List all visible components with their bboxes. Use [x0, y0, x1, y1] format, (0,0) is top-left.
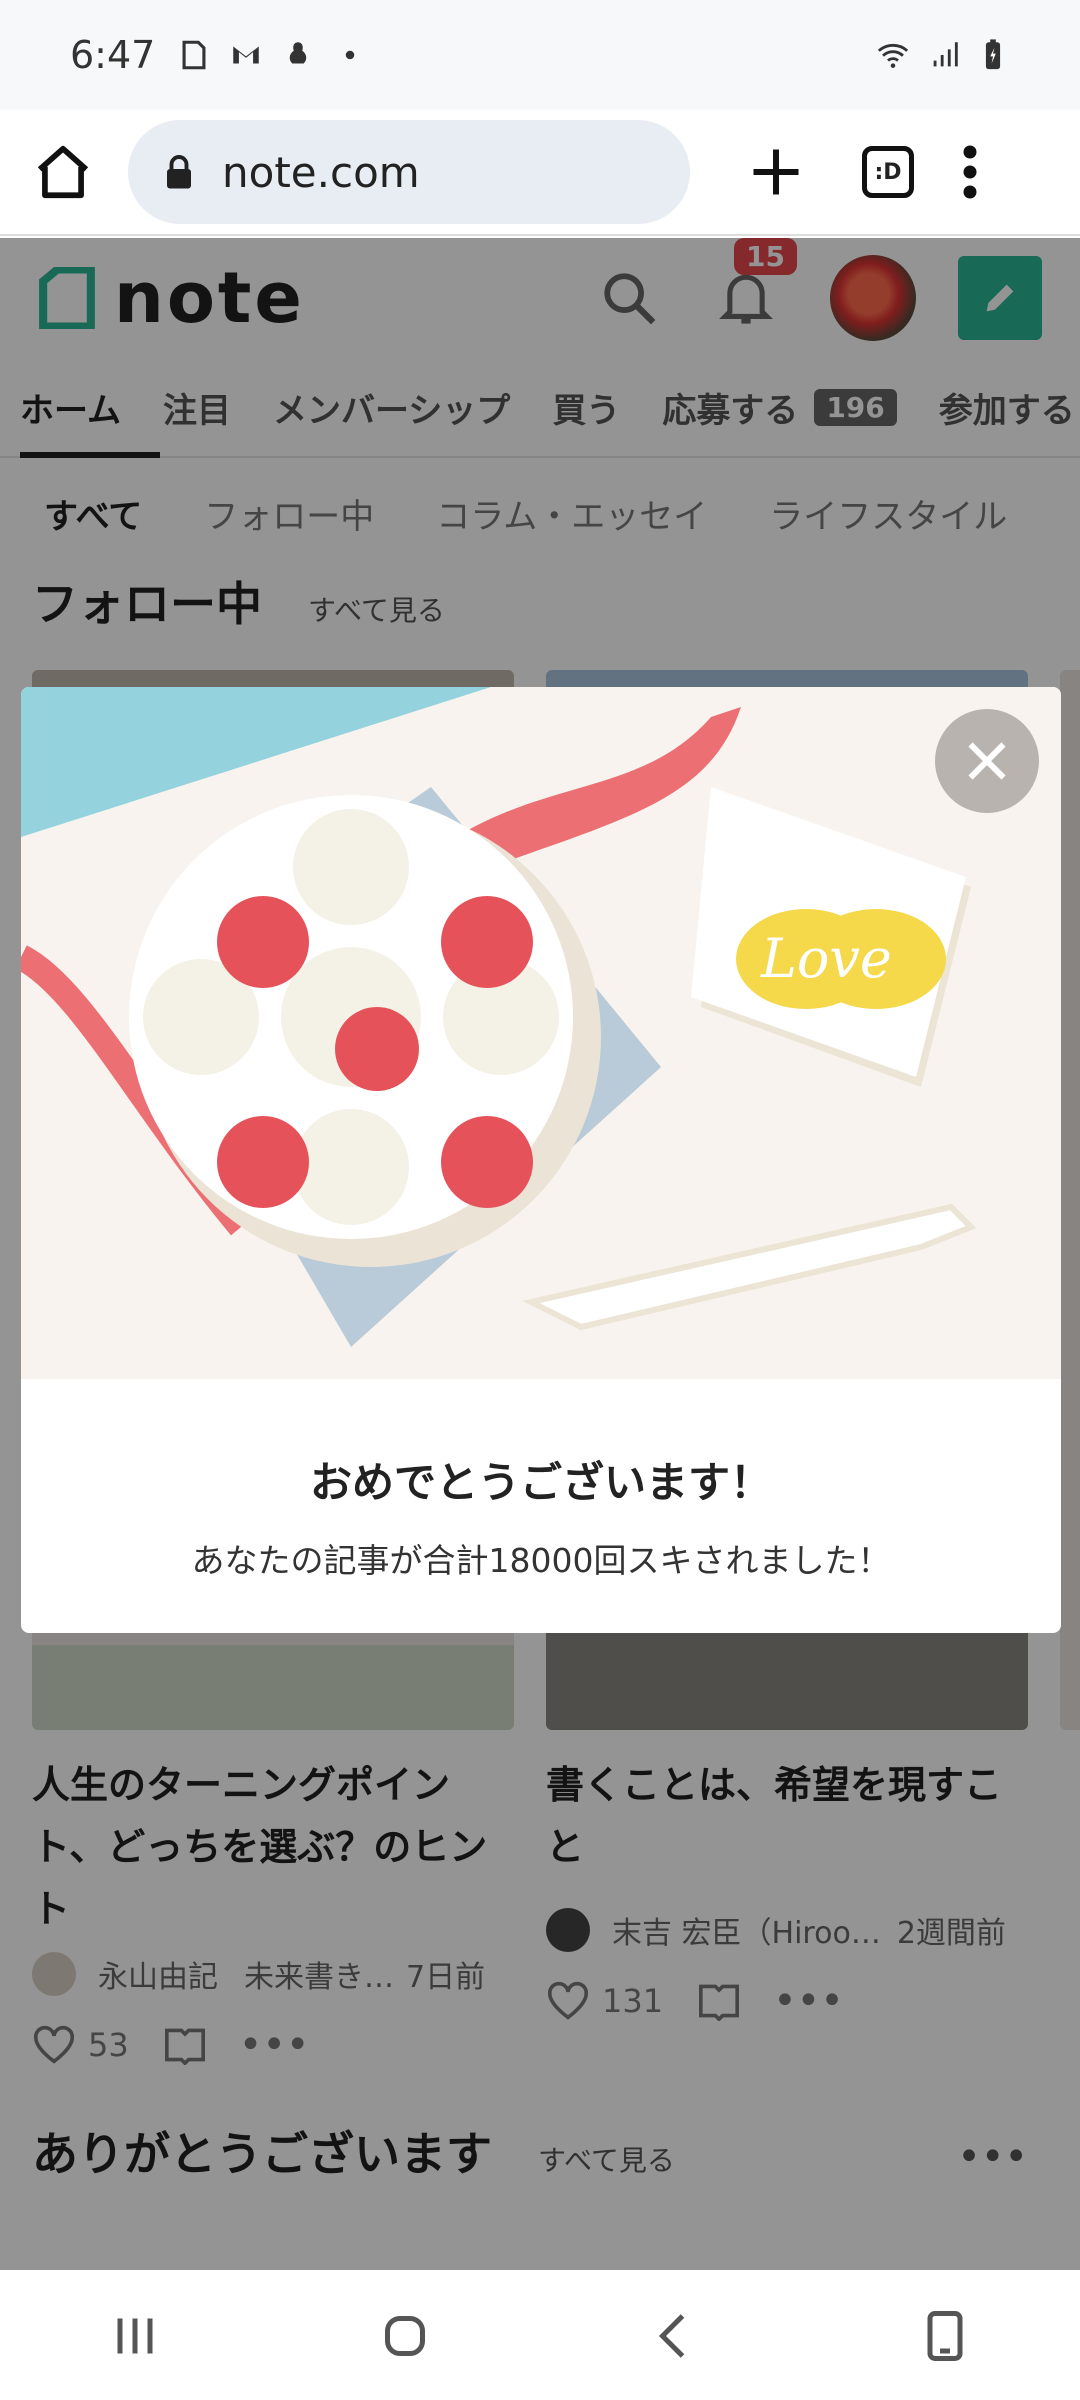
status-time: 6:47: [70, 33, 156, 77]
modal-title: おめでとうございます！: [309, 1458, 772, 1507]
more-vert-icon[interactable]: [960, 142, 980, 202]
home-icon[interactable]: [32, 141, 94, 203]
app-notification-icon: [290, 42, 307, 64]
cake-illustration: Love: [21, 687, 1061, 1379]
battery-charging-icon: [985, 39, 1001, 70]
home-nav-icon[interactable]: [375, 2306, 435, 2366]
status-bar: 6:47: [0, 0, 1080, 110]
tab-switcher-label: :D: [874, 159, 902, 185]
wifi-icon: [877, 43, 909, 68]
close-modal-button[interactable]: [935, 709, 1039, 813]
signal-icon: [933, 42, 958, 67]
status-notification-icons: [177, 38, 367, 72]
browser-toolbar: note.com :D: [0, 110, 1080, 236]
love-card-text: Love: [761, 927, 892, 990]
congrats-modal: Love おめでとうございます！ あなたの記事が合計18000回スキされました！: [21, 687, 1061, 1633]
url-text: note.com: [222, 147, 420, 197]
cake-illustration-image: [21, 687, 1061, 1379]
new-tab-plus-icon[interactable]: [746, 142, 806, 202]
dot-icon: [346, 50, 355, 60]
gmail-icon: [233, 46, 260, 64]
recent-apps-icon[interactable]: [105, 2306, 165, 2366]
screen-rotate-icon[interactable]: [915, 2306, 975, 2366]
android-nav-bar: [0, 2272, 1080, 2400]
status-system-icons: [872, 38, 1010, 72]
modal-message: あなたの記事が合計18000回スキされました！: [191, 1541, 891, 1580]
document-icon: [182, 40, 206, 70]
tab-switcher-button[interactable]: :D: [862, 146, 914, 198]
lock-icon: [167, 155, 191, 189]
address-bar[interactable]: note.com: [128, 120, 690, 224]
close-icon: [968, 742, 1006, 780]
back-icon[interactable]: [645, 2306, 705, 2366]
